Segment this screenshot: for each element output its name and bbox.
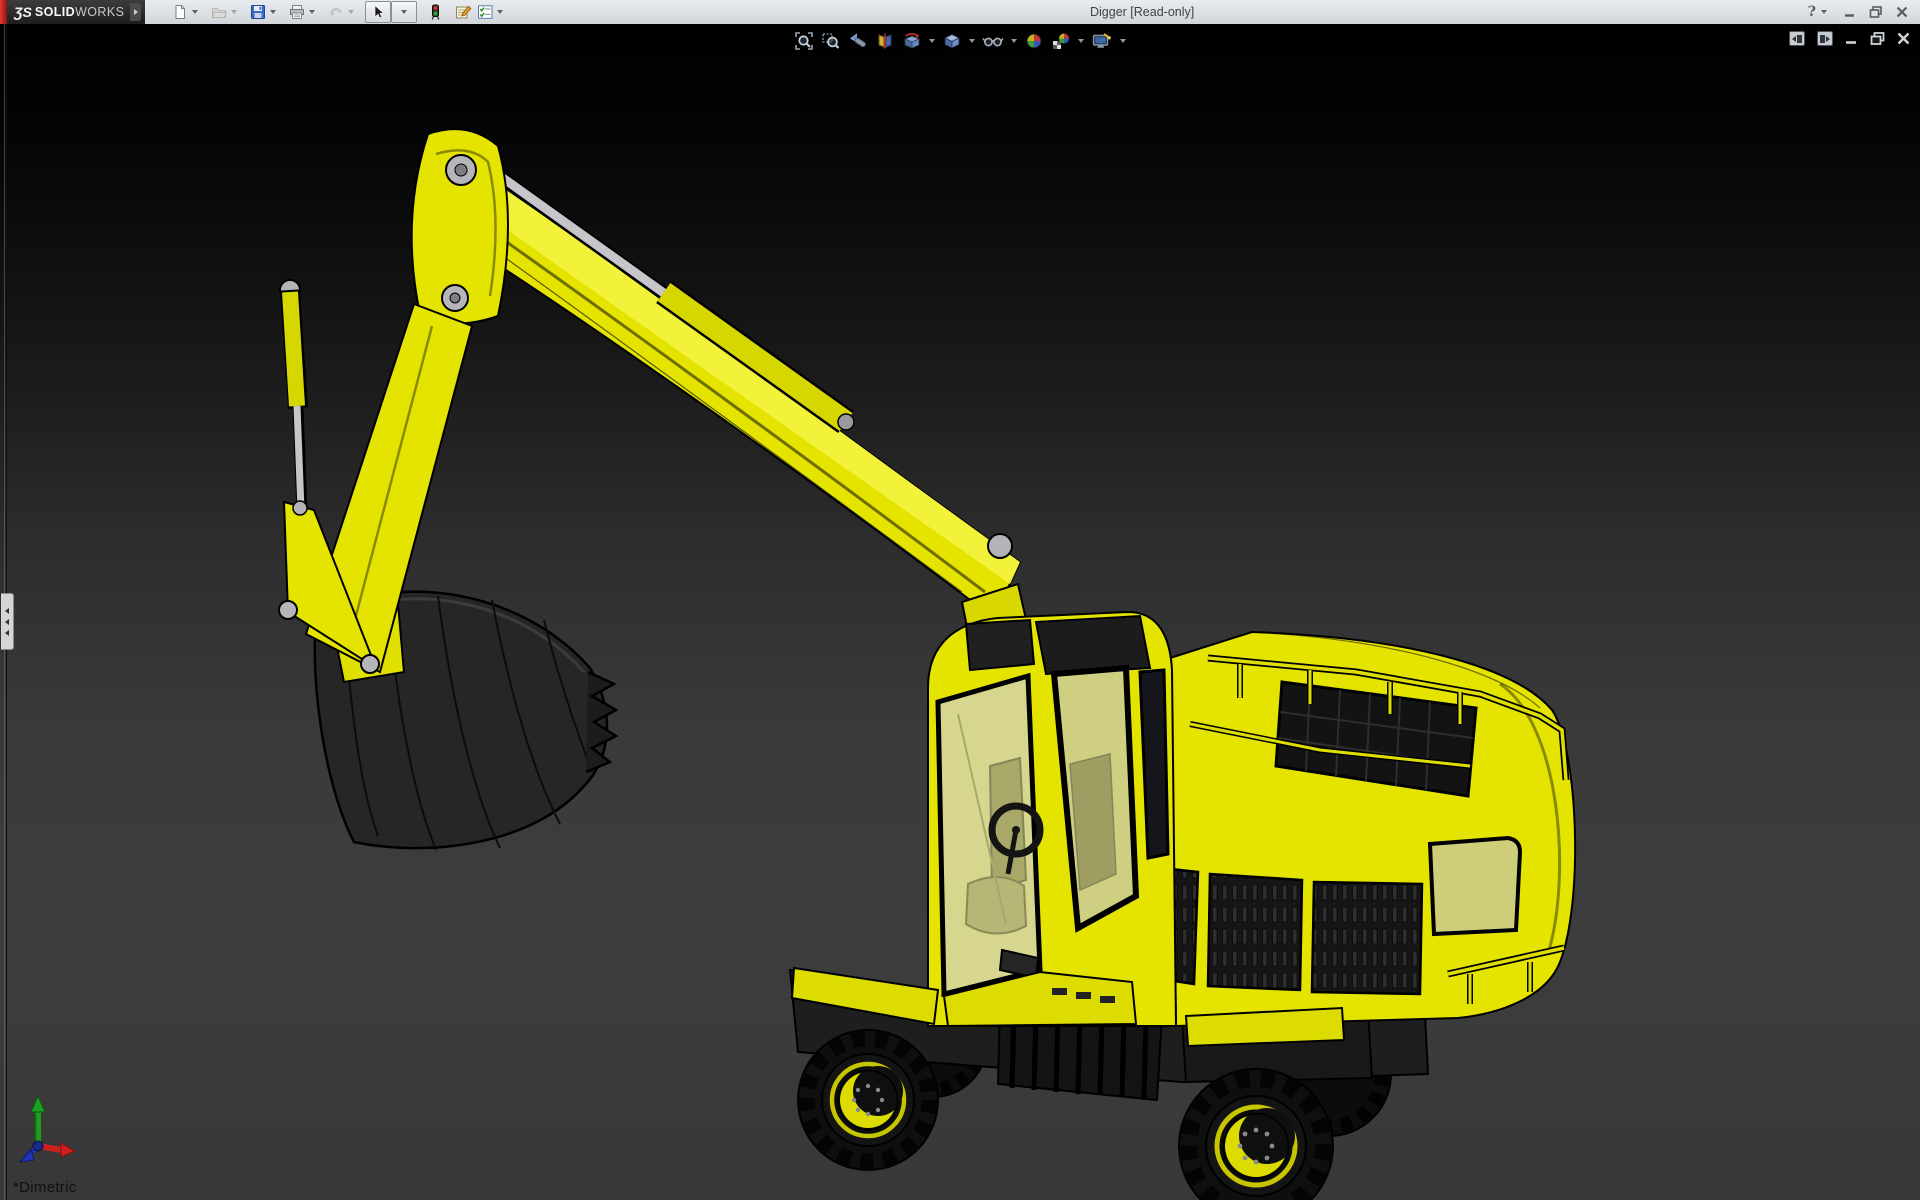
view-orientation-label: *Dimetric bbox=[13, 1179, 77, 1196]
select-button[interactable] bbox=[365, 1, 391, 23]
chevron-left-icon bbox=[5, 619, 9, 625]
zoom-to-fit-button[interactable] bbox=[792, 29, 816, 53]
new-document-icon bbox=[172, 4, 188, 20]
brand-red-stripe bbox=[0, 0, 7, 24]
view-orientation-button[interactable] bbox=[900, 29, 924, 53]
solidworks-logo: ƷS SOLID WORKS bbox=[0, 0, 145, 24]
print-icon bbox=[289, 4, 305, 20]
help-button[interactable]: ? bbox=[1808, 4, 1816, 20]
undo-dropdown[interactable] bbox=[348, 10, 354, 14]
minimize-button[interactable] bbox=[1844, 6, 1856, 18]
new-document-button[interactable] bbox=[170, 2, 190, 22]
appearance-sphere-icon bbox=[1024, 31, 1044, 51]
toggle-left-pane-button[interactable] bbox=[1789, 31, 1805, 46]
file-properties-button[interactable] bbox=[453, 2, 473, 22]
vehicle-body bbox=[790, 612, 1575, 1200]
open-button[interactable] bbox=[209, 2, 229, 22]
edit-appearance-button[interactable] bbox=[1022, 29, 1046, 53]
headsup-view-toolbar bbox=[792, 29, 1128, 53]
help-menu-dropdown[interactable] bbox=[1821, 10, 1827, 14]
menu-expand-button[interactable] bbox=[130, 3, 141, 21]
open-dropdown[interactable] bbox=[231, 10, 237, 14]
section-view-button[interactable] bbox=[873, 29, 897, 53]
solidworks-window: ƷS SOLID WORKS bbox=[0, 0, 1920, 1200]
chevron-left-icon bbox=[5, 608, 9, 614]
window-controls: ? bbox=[1808, 4, 1920, 20]
zoom-to-area-button[interactable] bbox=[819, 29, 843, 53]
reference-triad bbox=[20, 1096, 75, 1162]
display-style-button[interactable] bbox=[940, 29, 964, 53]
save-dropdown[interactable] bbox=[270, 10, 276, 14]
save-button[interactable] bbox=[248, 2, 268, 22]
display-style-dropdown[interactable] bbox=[969, 39, 975, 43]
options-dropdown[interactable] bbox=[497, 10, 503, 14]
minimize-document-button[interactable] bbox=[1845, 32, 1858, 45]
zoom-to-area-icon bbox=[821, 31, 841, 51]
select-dropdown[interactable] bbox=[391, 1, 417, 23]
undo-icon bbox=[328, 4, 344, 20]
zoom-to-fit-icon bbox=[794, 31, 814, 51]
toggle-right-pane-button[interactable] bbox=[1817, 31, 1833, 46]
document-window-controls bbox=[1789, 31, 1910, 46]
previous-view-icon bbox=[848, 31, 868, 51]
chevron-left-icon bbox=[5, 630, 9, 636]
excavator-model bbox=[0, 24, 1920, 1200]
view-settings-button[interactable] bbox=[1089, 29, 1115, 53]
view-orientation-dropdown[interactable] bbox=[929, 39, 935, 43]
new-document-dropdown[interactable] bbox=[192, 10, 198, 14]
view-settings-dropdown[interactable] bbox=[1120, 39, 1126, 43]
front-wheel bbox=[798, 1030, 938, 1170]
close-button[interactable] bbox=[1896, 6, 1908, 18]
print-button[interactable] bbox=[287, 2, 307, 22]
titlebar: ƷS SOLID WORKS bbox=[0, 0, 1920, 25]
apply-scene-button[interactable] bbox=[1049, 29, 1073, 53]
undo-button[interactable] bbox=[326, 2, 346, 22]
chevron-down-icon bbox=[401, 10, 407, 14]
options-list-icon bbox=[477, 4, 494, 20]
main-toolbar bbox=[169, 1, 507, 23]
brand-name-bold: SOLID bbox=[35, 5, 75, 19]
brand-3ds-mark: ƷS bbox=[14, 4, 32, 20]
file-properties-icon bbox=[455, 4, 472, 20]
previous-view-button[interactable] bbox=[846, 29, 870, 53]
apply-scene-dropdown[interactable] bbox=[1078, 39, 1084, 43]
graphics-area[interactable]: *Dimetric bbox=[0, 24, 1920, 1200]
save-icon bbox=[250, 4, 266, 20]
chevron-right-icon bbox=[1826, 36, 1830, 42]
pane-block bbox=[1797, 35, 1802, 43]
cab bbox=[928, 612, 1176, 1026]
boom-arm bbox=[279, 129, 1032, 673]
window-title: Digger [Read-only] bbox=[1090, 5, 1194, 19]
display-style-icon bbox=[942, 31, 962, 51]
pane-block bbox=[1820, 35, 1825, 43]
options-button[interactable] bbox=[475, 2, 495, 22]
rebuild-button[interactable] bbox=[425, 2, 445, 22]
restore-button[interactable] bbox=[1869, 6, 1883, 18]
hide-show-items-button[interactable] bbox=[980, 29, 1006, 53]
section-view-icon bbox=[875, 31, 895, 51]
print-dropdown[interactable] bbox=[309, 10, 315, 14]
feature-tree-collapsed-tab[interactable] bbox=[1, 593, 14, 650]
restore-document-button[interactable] bbox=[1870, 32, 1885, 45]
view-settings-icon bbox=[1091, 31, 1113, 51]
open-icon bbox=[211, 4, 227, 20]
hide-show-items-dropdown[interactable] bbox=[1011, 39, 1017, 43]
eyeglasses-icon bbox=[982, 31, 1004, 51]
chevron-right-icon bbox=[134, 9, 138, 15]
close-document-button[interactable] bbox=[1897, 32, 1910, 45]
select-cursor-icon bbox=[370, 4, 386, 20]
chevron-left-icon bbox=[1792, 36, 1796, 42]
rebuild-traffic-light-icon bbox=[427, 4, 443, 20]
view-orientation-icon bbox=[902, 31, 922, 51]
brand-name-light: WORKS bbox=[75, 5, 124, 19]
apply-scene-icon bbox=[1051, 31, 1071, 51]
